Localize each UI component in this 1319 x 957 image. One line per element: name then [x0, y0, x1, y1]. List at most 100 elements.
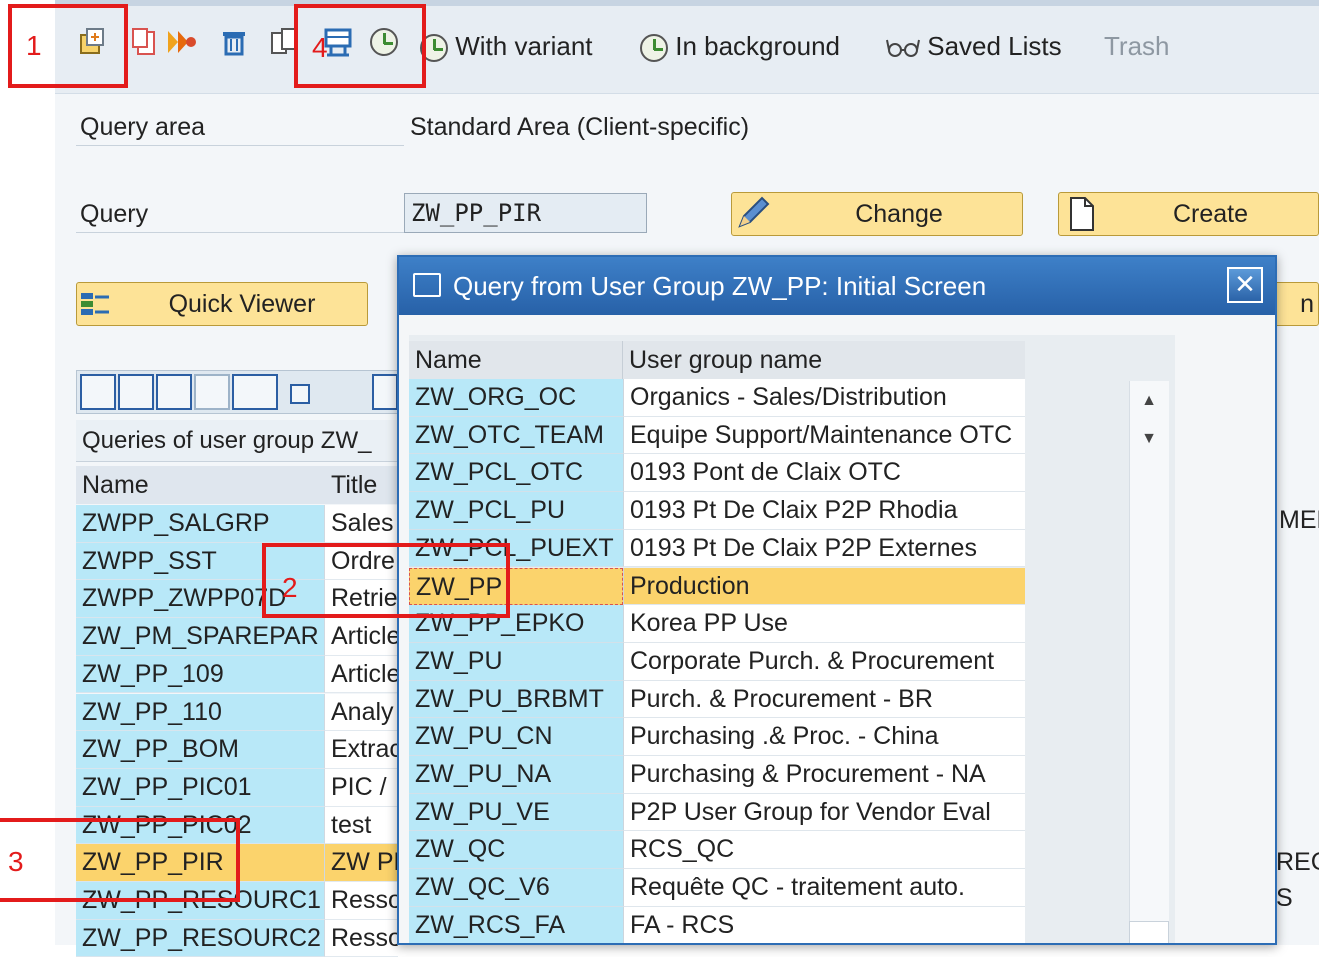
- left-margin: [0, 0, 55, 945]
- with-variant-button[interactable]: With variant: [420, 28, 593, 64]
- query-name-cell[interactable]: ZW_PP_BOM: [76, 731, 324, 769]
- user-group-id-cell[interactable]: ZW_PCL_PU: [409, 492, 623, 530]
- vertical-scrollbar[interactable]: [1129, 381, 1169, 943]
- query-title-cell[interactable]: Resso: [324, 882, 398, 920]
- query-row[interactable]: ZW_PM_SPAREPAR Article: [76, 618, 398, 656]
- in-background-button[interactable]: In background: [640, 28, 840, 64]
- query-row[interactable]: ZW_PP_RESOURC2 Resso: [76, 919, 398, 957]
- annotation-number-2: 2: [282, 572, 298, 603]
- user-group-name-cell[interactable]: Organics - Sales/Distribution: [623, 379, 1025, 417]
- user-group-name-cell[interactable]: Requête QC - traitement auto.: [623, 869, 1025, 907]
- user-group-name-cell[interactable]: P2P User Group for Vendor Eval: [623, 793, 1025, 832]
- user-group-row[interactable]: ZW_PU_NA Purchasing & Procurement - NA: [409, 756, 1025, 794]
- saved-lists-button[interactable]: Saved Lists: [886, 28, 1062, 64]
- user-group-row[interactable]: ZW_PU_BRBMT Purch. & Procurement - BR: [409, 680, 1025, 719]
- user-group-name-cell[interactable]: Purch. & Procurement - BR: [623, 680, 1025, 719]
- user-group-row[interactable]: ZW_PU Corporate Purch. & Procurement: [409, 642, 1025, 681]
- user-group-id-cell[interactable]: ZW_PU: [409, 642, 623, 681]
- dialog-window-icon: [413, 273, 441, 297]
- user-group-id-cell[interactable]: ZW_QC: [409, 831, 623, 870]
- quick-viewer-button[interactable]: Quick Viewer: [76, 282, 368, 326]
- delete-trash-icon[interactable]: [218, 26, 250, 58]
- user-group-row[interactable]: ZW_PCL_OTC 0193 Pont de Claix OTC: [409, 454, 1025, 493]
- query-name-cell[interactable]: ZW_PP_PIC01: [76, 768, 324, 807]
- query-row[interactable]: ZW_PP_PIC01 PIC /: [76, 768, 398, 807]
- user-group-name-cell[interactable]: FA - RCS: [623, 906, 1025, 943]
- user-group-name-cell[interactable]: 0193 Pt De Claix P2P Rhodia: [623, 492, 1025, 530]
- change-button[interactable]: Change: [731, 192, 1023, 236]
- query-input[interactable]: ZW_PP_PIR: [404, 193, 647, 233]
- find-icon[interactable]: [194, 374, 230, 410]
- user-group-id-cell[interactable]: ZW_PU_CN: [409, 718, 623, 756]
- user-group-name-cell[interactable]: 0193 Pt De Claix P2P Externes: [623, 529, 1025, 568]
- query-title-cell[interactable]: Sales: [324, 505, 398, 543]
- query-title-cell[interactable]: Extrac: [324, 731, 398, 769]
- user-group-row[interactable]: ZW_PCL_PU 0193 Pt De Claix P2P Rhodia: [409, 492, 1025, 530]
- user-group-name-cell[interactable]: Korea PP Use: [623, 605, 1025, 643]
- user-group-id-cell[interactable]: ZW_ORG_OC: [409, 379, 623, 417]
- annotation-number-3: 3: [8, 846, 24, 877]
- user-group-row[interactable]: ZW_RCS_FA FA - RCS: [409, 906, 1025, 943]
- user-group-row[interactable]: ZW_QC_V6 Requête QC - traitement auto.: [409, 869, 1025, 907]
- user-group-id-cell[interactable]: ZW_PU_BRBMT: [409, 680, 623, 719]
- user-group-row[interactable]: ZW_OTC_TEAM Equipe Support/Maintenance OT…: [409, 416, 1025, 455]
- filter-icon[interactable]: [232, 374, 278, 410]
- trash-button[interactable]: Trash: [1104, 28, 1170, 64]
- user-group-id-cell[interactable]: ZW_QC_V6: [409, 869, 623, 907]
- user-group-name-cell[interactable]: Production: [623, 567, 1025, 606]
- align-top-icon[interactable]: [80, 374, 116, 410]
- query-title-cell[interactable]: Article: [324, 618, 398, 656]
- details-icon[interactable]: [156, 374, 192, 410]
- query-name-cell[interactable]: ZW_PP_109: [76, 655, 324, 694]
- query-name-cell[interactable]: ZW_PP_RESOURC2: [76, 919, 324, 957]
- user-group-row[interactable]: ZW_PU_VE P2P User Group for Vendor Eval: [409, 793, 1025, 832]
- annotation-number-1: 1: [26, 30, 42, 61]
- create-button[interactable]: Create: [1058, 192, 1319, 236]
- layout-icon[interactable]: [372, 374, 398, 410]
- copy-icon[interactable]: [128, 26, 160, 58]
- query-title-cell[interactable]: PIC /: [324, 768, 398, 807]
- user-group-id-cell[interactable]: ZW_OTC_TEAM: [409, 416, 623, 455]
- close-icon[interactable]: ✕: [1227, 267, 1263, 303]
- query-title-cell[interactable]: test: [324, 806, 398, 845]
- user-group-name-cell[interactable]: Purchasing & Procurement - NA: [623, 756, 1025, 794]
- column-header-name[interactable]: Name: [82, 466, 149, 504]
- user-group-id-cell[interactable]: ZW_PU_VE: [409, 793, 623, 832]
- query-row[interactable]: ZW_PP_110 Analy: [76, 693, 398, 732]
- forward-icon[interactable]: [166, 26, 198, 58]
- user-group-row[interactable]: ZW_PU_CN Purchasing .& Proc. - China: [409, 718, 1025, 756]
- query-title-cell[interactable]: Resso: [324, 919, 398, 957]
- user-group-name-cell[interactable]: Purchasing .& Proc. - China: [623, 718, 1025, 756]
- user-group-id-cell[interactable]: ZW_PU_NA: [409, 756, 623, 794]
- user-group-dialog: Query from User Group ZW_PP: Initial Scr…: [397, 255, 1277, 945]
- scroll-up-icon[interactable]: ▲: [1129, 383, 1169, 419]
- user-group-row[interactable]: ZW_QC RCS_QC: [409, 831, 1025, 870]
- query-name-cell[interactable]: ZWPP_SALGRP: [76, 505, 324, 543]
- column-header-name[interactable]: Name: [409, 341, 623, 379]
- column-header-title[interactable]: Title: [331, 466, 377, 504]
- query-row[interactable]: ZW_PP_109 Article: [76, 655, 398, 694]
- user-group-name-cell[interactable]: RCS_QC: [623, 831, 1025, 870]
- user-group-id-cell[interactable]: ZW_PCL_OTC: [409, 454, 623, 493]
- user-group-name-cell[interactable]: Equipe Support/Maintenance OTC: [623, 416, 1025, 455]
- right-edge-text: MEN: [1279, 506, 1319, 534]
- scroll-down-icon[interactable]: ▼: [1129, 421, 1169, 457]
- query-row[interactable]: ZW_PP_BOM Extrac: [76, 731, 398, 769]
- align-bottom-icon[interactable]: [118, 374, 154, 410]
- scroll-thumb[interactable]: [1129, 921, 1169, 943]
- user-group-id-cell[interactable]: ZW_RCS_FA: [409, 906, 623, 943]
- query-title-cell[interactable]: Analy: [324, 693, 398, 732]
- query-name-cell[interactable]: ZW_PP_110: [76, 693, 324, 732]
- user-group-name-cell[interactable]: Corporate Purch. & Procurement: [623, 642, 1025, 681]
- dropdown-icon[interactable]: [290, 384, 310, 404]
- user-group-name-cell[interactable]: 0193 Pont de Claix OTC: [623, 454, 1025, 493]
- query-list-header: Name Title: [76, 466, 416, 504]
- dialog-title[interactable]: Query from User Group ZW_PP: Initial Scr…: [399, 257, 1275, 315]
- query-title-cell[interactable]: Article: [324, 655, 398, 694]
- query-row[interactable]: ZWPP_SALGRP Sales: [76, 505, 398, 543]
- user-group-row[interactable]: ZW_ORG_OC Organics - Sales/Distribution: [409, 379, 1025, 417]
- query-name-cell[interactable]: ZW_PM_SPAREPAR: [76, 618, 324, 656]
- query-title-cell[interactable]: ZW PF: [324, 844, 398, 882]
- column-header-user-group-name[interactable]: User group name: [623, 341, 1025, 379]
- annotation-number-4: 4: [312, 32, 328, 63]
